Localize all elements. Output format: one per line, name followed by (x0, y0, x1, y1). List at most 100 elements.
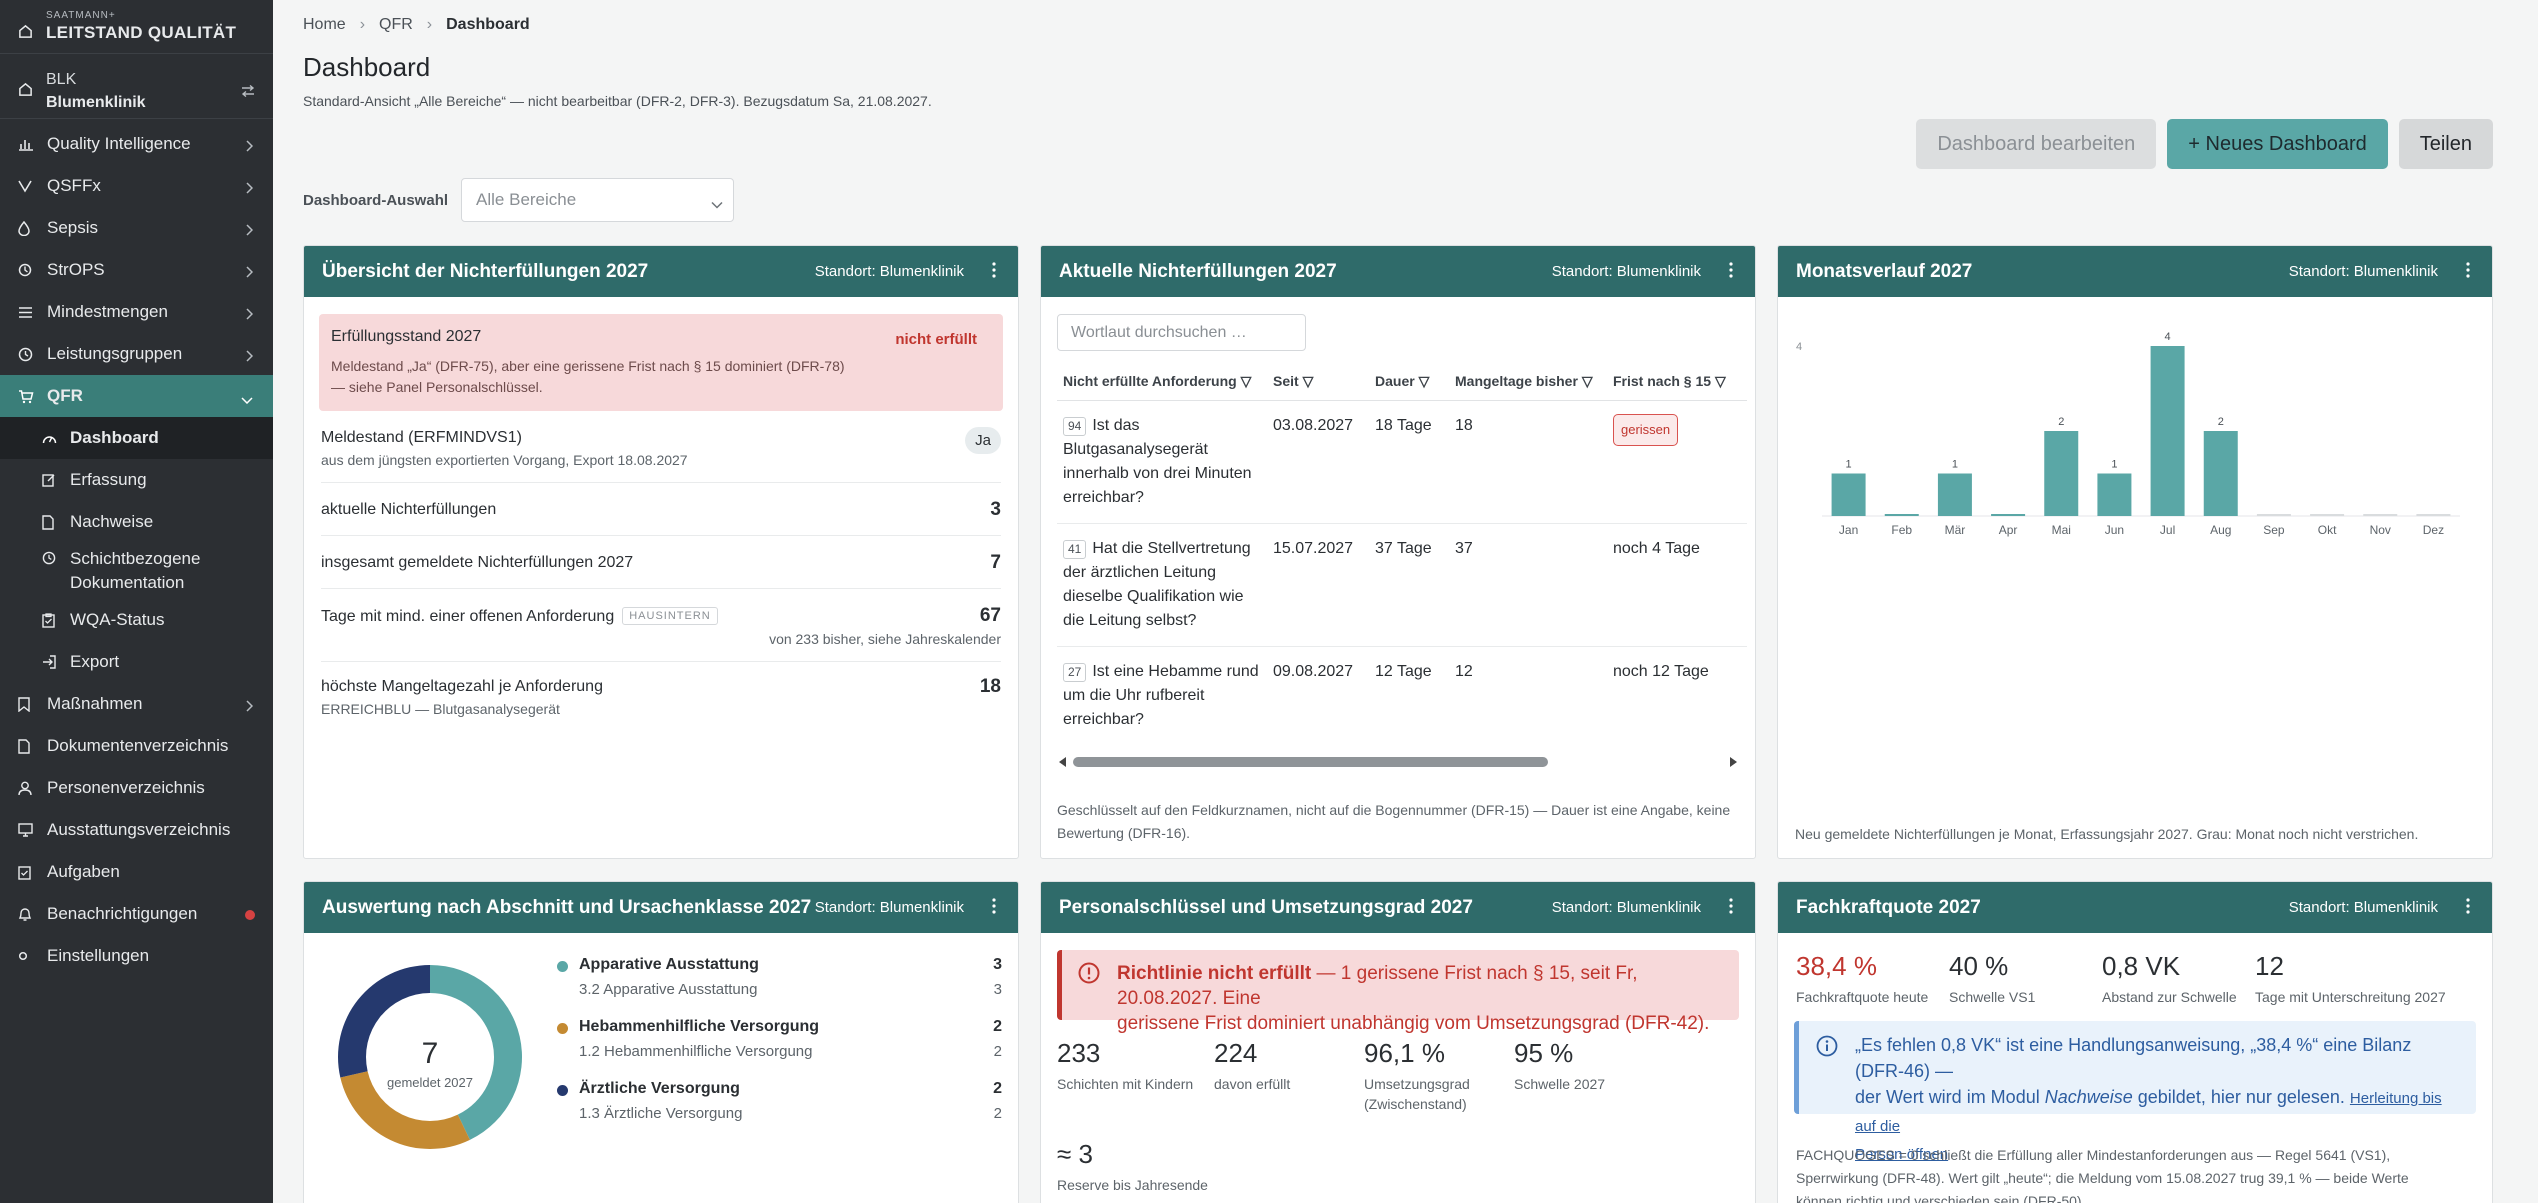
sidebar: SAATMANN+ LEITSTAND QUALITÄT BLK Blumenk… (0, 0, 273, 1203)
cell-mangeltage: 37 (1449, 523, 1607, 647)
horizontal-scrollbar[interactable] (1057, 753, 1739, 769)
info-icon (1816, 1035, 1838, 1064)
kebab-menu-icon[interactable] (1729, 898, 1733, 919)
scroll-right-icon[interactable] (1729, 755, 1739, 773)
nav-mindestmengen[interactable]: Mindestmengen (0, 291, 273, 333)
search-input[interactable]: Wortlaut durchsuchen … (1057, 314, 1306, 351)
sidebar-item-nachweise[interactable]: Nachweise (0, 501, 273, 543)
person-icon (18, 781, 36, 796)
chevron-right-icon (245, 305, 254, 325)
kpi-value: 38,4 % (1796, 951, 1877, 981)
breadcrumb-home[interactable]: Home (303, 16, 346, 34)
anforderung-text: Hat die Stellvertretung der ärztlichen L… (1063, 540, 1251, 629)
share-button[interactable]: Teilen (2398, 119, 2493, 169)
kpi-unterschreitung: 12 Tage mit Unterschreitung 2027 (2255, 951, 2446, 1007)
card-auswertung: Auswertung nach Abschnitt und Ursachenkl… (303, 881, 1019, 1203)
nav-qfr[interactable]: QFR (0, 375, 273, 417)
monthly-bar-chart: 4 1 Jan Feb 1 Mär Apr 2 Mai 1 Jun 4 Jul 2 Aug Sep Okt Nov… (1796, 331, 2460, 537)
legend-item[interactable]: Ärztliche Versorgung 1.3 Ärztliche Verso… (557, 1080, 1002, 1142)
filter-icon[interactable]: ▽ (1582, 373, 1593, 389)
kpi-value: 0,8 VK (2102, 951, 2181, 981)
kpi-row-tage: Tage mit mind. einer offenen Anforderung… (321, 589, 1001, 662)
nav-strops[interactable]: StrOPS (0, 249, 273, 291)
card-location: Standort: Blumenklinik (814, 899, 964, 916)
sidebar-label: Erfassung (70, 470, 147, 489)
fachkraft-kpis: 38,4 % Fachkraftquote heute 40 % Schwell… (1796, 951, 2492, 1007)
card-header: Aktuelle Nichterfüllungen 2027 Standort:… (1041, 246, 1755, 297)
nav-leistungsgruppen[interactable]: Leistungsgruppen (0, 333, 273, 375)
bar-Feb (1884, 514, 1919, 516)
kpi-label: davon erfüllt (1214, 1076, 1291, 1092)
nav-ausstattungsverzeichnis[interactable]: Ausstattungsverzeichnis (0, 809, 273, 851)
anforderung-text: Ist das Blutgasanalysegerät innerhalb vo… (1063, 417, 1252, 506)
nav-label: Benachrichtigungen (47, 904, 198, 923)
page-actions: Dashboard bearbeiten + Neues Dashboard T… (1916, 119, 2493, 169)
bookmark-icon (18, 696, 36, 712)
breadcrumb-qfr[interactable]: QFR (379, 16, 413, 34)
table-row[interactable]: 94 Ist das Blutgasanalysegerät innerhalb … (1057, 400, 1747, 524)
new-dashboard-button[interactable]: + Neues Dashboard (2167, 119, 2388, 169)
swap-icon[interactable] (241, 84, 255, 102)
nav-personenverzeichnis[interactable]: Personenverzeichnis (0, 767, 273, 809)
cell-anforderung: 27 Ist eine Hebamme rund um die Uhr rufbe… (1057, 647, 1267, 746)
nav-benachrichtigungen[interactable]: Benachrichtigungen (0, 893, 273, 935)
kebab-menu-icon[interactable] (1729, 262, 1733, 283)
x-tick-label: Jan (1839, 523, 1858, 537)
legend-item[interactable]: Apparative Ausstattung 3.2 Apparative Au… (557, 956, 1002, 1018)
kebab-menu-icon[interactable] (992, 898, 996, 919)
edit-dashboard-button[interactable]: Dashboard bearbeiten (1916, 119, 2157, 169)
sidebar-label: Nachweise (70, 512, 154, 531)
filter-icon[interactable]: ▽ (1241, 373, 1252, 389)
column-header[interactable]: Dauer ▽ (1369, 363, 1449, 401)
kpi-schichten: 233 Schichten mit Kindern (1057, 1038, 1214, 1114)
sidebar-item-schichtbezogene-dokumentation[interactable]: Schichtbezogene Dokumentation (0, 543, 273, 599)
nav-sepsis[interactable]: Sepsis (0, 207, 273, 249)
kpi-row-meldestand: Meldestand (ERFMINDVS1) aus dem jüngsten… (321, 411, 1001, 483)
kebab-menu-icon[interactable] (992, 262, 996, 283)
legend-item[interactable]: Hebammenhilfliche Versorgung 1.2 Hebamme… (557, 1018, 1002, 1080)
donut-center: 7 gemeldet 2027 (330, 1037, 530, 1090)
scrollbar-thumb[interactable] (1073, 757, 1548, 767)
filter-icon[interactable]: ▽ (1715, 373, 1726, 389)
card-nichterfuellungen-uebersicht: Übersicht der Nichterfüllungen 2027 Stan… (303, 245, 1019, 859)
nav-einstellungen[interactable]: Einstellungen (0, 935, 273, 977)
nav-dokumentenverzeichnis[interactable]: Dokumentenverzeichnis (0, 725, 273, 767)
kpi-label: Reserve bis Jahresende (1057, 1177, 1208, 1193)
sidebar-item-wqa-status[interactable]: WQA-Status (0, 599, 273, 641)
kpi-label: höchste Mangeltagezahl je Anforderung (321, 678, 603, 695)
kpi-reserve: ≈ 3 Reserve bis Jahresende (1057, 1139, 1208, 1195)
sidebar-item-dashboard[interactable]: Dashboard (0, 417, 273, 459)
card-location: Standort: Blumenklinik (2288, 263, 2438, 280)
sidebar-item-export[interactable]: Export (0, 641, 273, 683)
nav-label: Aufgaben (47, 862, 120, 881)
card-header: Auswertung nach Abschnitt und Ursachenkl… (304, 882, 1018, 933)
v-icon (18, 179, 36, 193)
sidebar-item-erfassung[interactable]: Erfassung (0, 459, 273, 501)
nav-quality-intelligence[interactable]: Quality Intelligence (0, 123, 273, 165)
table-row[interactable]: 27 Ist eine Hebamme rund um die Uhr rufbe… (1057, 647, 1747, 746)
nav-qsffx[interactable]: QSFFx (0, 165, 273, 207)
brand[interactable]: SAATMANN+ LEITSTAND QUALITÄT (0, 0, 273, 54)
filter-icon[interactable]: ▽ (1303, 373, 1314, 389)
column-header[interactable]: Frist nach § 15 ▽ (1607, 363, 1747, 401)
filter-icon[interactable]: ▽ (1419, 373, 1430, 389)
legend-subname: 1.2 Hebammenhilfliche Versorgung (579, 1043, 813, 1060)
column-header[interactable]: Mangeltage bisher ▽ (1449, 363, 1607, 401)
scroll-left-icon[interactable] (1057, 755, 1067, 773)
legend-dot (557, 1023, 568, 1034)
dashboard-select[interactable]: Alle Bereiche (461, 178, 735, 222)
bar-Dez (2416, 514, 2451, 516)
kebab-menu-icon[interactable] (2466, 898, 2470, 919)
nav-massnahmen[interactable]: Maßnahmen (0, 683, 273, 725)
list-icon (18, 306, 36, 319)
card-title: Auswertung nach Abschnitt und Ursachenkl… (322, 896, 812, 918)
anforderung-text: Ist eine Hebamme rund um die Uhr rufbere… (1063, 663, 1259, 728)
kebab-menu-icon[interactable] (2466, 262, 2470, 283)
column-header[interactable]: Nicht erfüllte Anforderung ▽ (1057, 363, 1267, 401)
question-number: 94 (1063, 417, 1087, 436)
clinic-switcher[interactable]: BLK Blumenklinik (0, 54, 273, 119)
kpi-umsetzungsgrad: 96,1 % Umsetzungsgrad (Zwischenstand) (1364, 1038, 1514, 1114)
column-header[interactable]: Seit ▽ (1267, 363, 1369, 401)
nav-aufgaben[interactable]: Aufgaben (0, 851, 273, 893)
table-row[interactable]: 41 Hat die Stellvertretung der ärztlichen… (1057, 523, 1747, 647)
